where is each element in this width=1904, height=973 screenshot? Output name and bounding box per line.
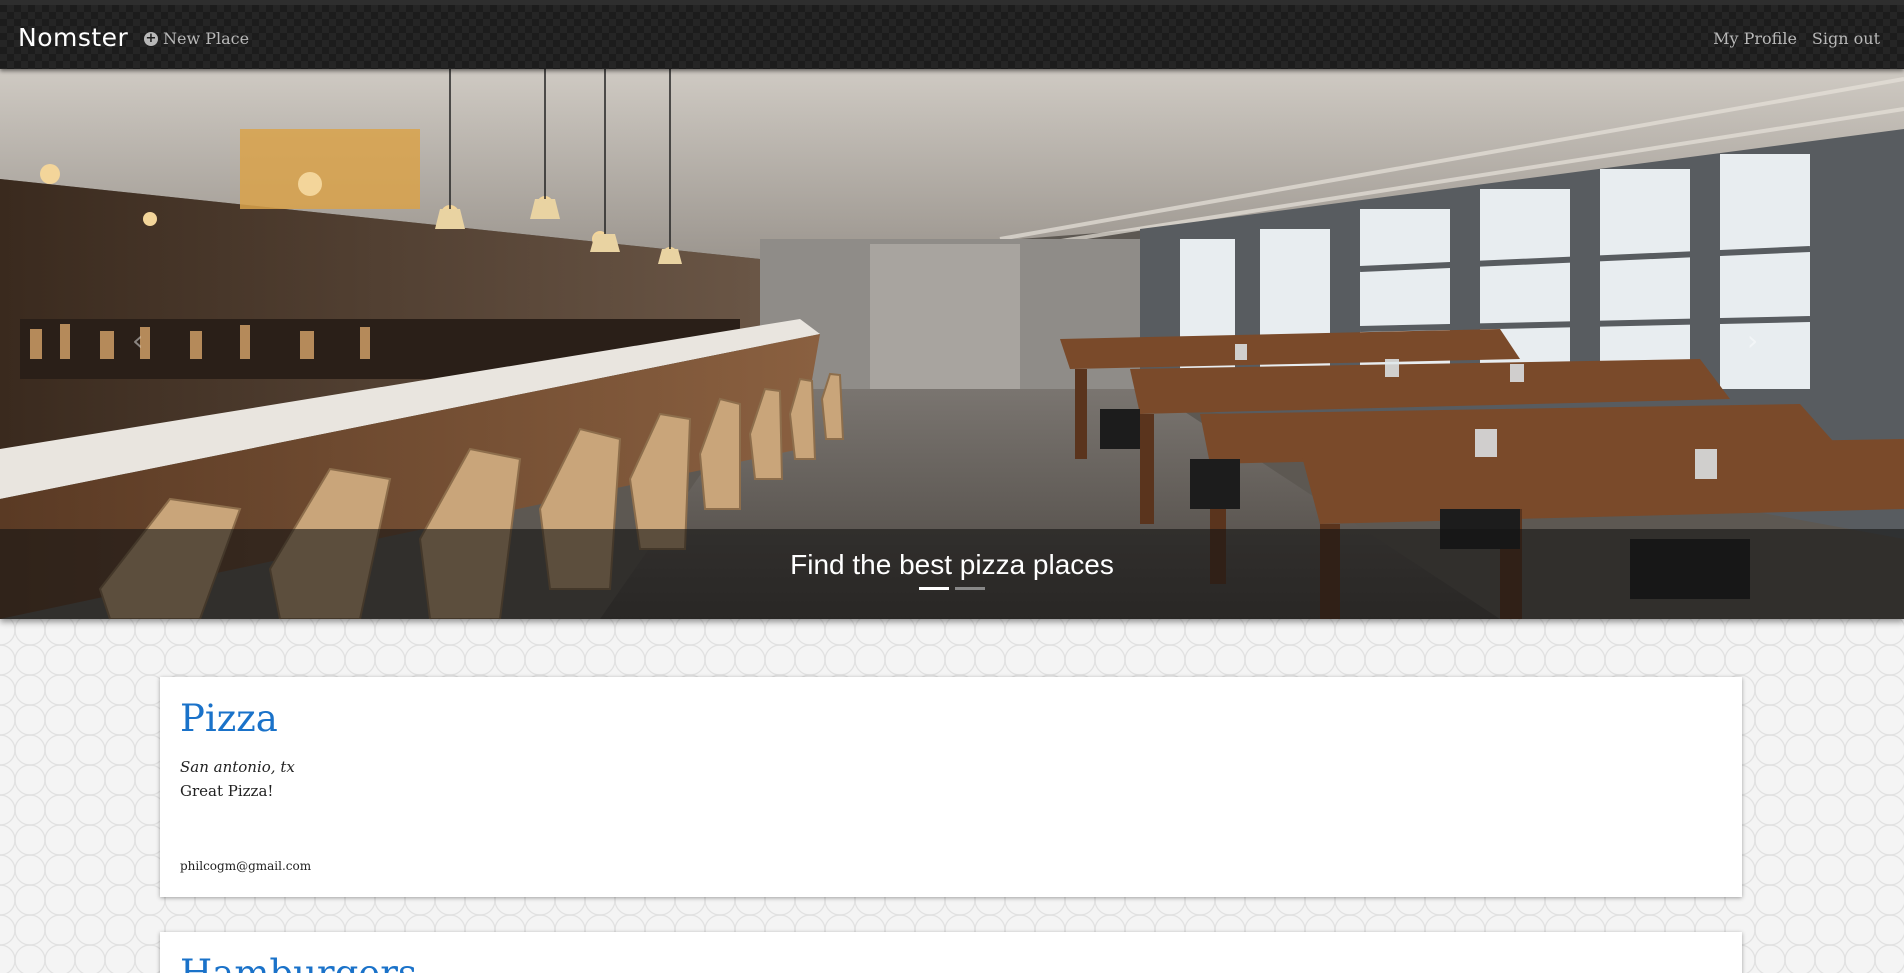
new-place-label: New Place: [163, 29, 250, 48]
brand-logo-link[interactable]: Nomster: [18, 23, 128, 52]
plus-circle-icon: +: [144, 30, 158, 46]
place-title-link[interactable]: Hamburgers: [180, 932, 1722, 973]
carousel-caption-text: Find the best pizza places: [790, 549, 1114, 580]
carousel-next-icon[interactable]: ›: [1747, 324, 1758, 357]
nav-right-links: My Profile Sign out: [1713, 29, 1880, 48]
place-card: Pizza San antonio, tx Great Pizza! philc…: [160, 677, 1742, 897]
carousel-indicators: [0, 587, 1904, 590]
top-navbar: Nomster + New Place My Profile Sign out: [0, 0, 1904, 69]
carousel-prev-icon[interactable]: ‹: [132, 324, 143, 357]
place-description: Great Pizza!: [180, 782, 274, 800]
carousel-caption: Find the best pizza places: [0, 529, 1904, 619]
place-owner-email: philcogm@gmail.com: [180, 859, 312, 873]
place-location: San antonio, tx: [180, 758, 295, 776]
new-place-link[interactable]: + New Place: [144, 29, 249, 48]
place-title-link[interactable]: Pizza: [180, 677, 1722, 740]
carousel-indicator-1[interactable]: [919, 587, 949, 590]
place-card: Hamburgers: [160, 932, 1742, 973]
my-profile-link[interactable]: My Profile: [1713, 29, 1797, 48]
carousel-indicator-2[interactable]: [955, 587, 985, 590]
sign-out-link[interactable]: Sign out: [1812, 29, 1880, 48]
hero-carousel: ‹ › Find the best pizza places: [0, 69, 1904, 619]
